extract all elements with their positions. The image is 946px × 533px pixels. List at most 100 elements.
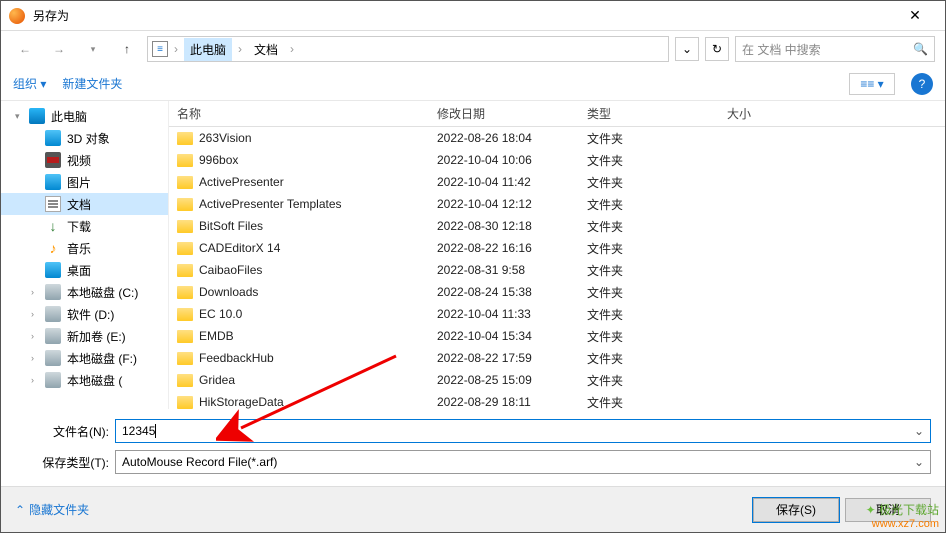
file-type: 文件夹 [579,152,719,169]
expand-icon[interactable]: › [31,375,34,385]
chevron-down-icon[interactable]: ⌄ [914,455,924,469]
help-button[interactable]: ? [911,73,933,95]
recent-dropdown[interactable]: ▾ [79,35,107,63]
expand-icon[interactable]: › [31,353,34,363]
sidebar-item-label: 本地磁盘 ( [67,372,122,389]
file-name: CADEditorX 14 [199,241,280,255]
file-date: 2022-10-04 15:34 [429,329,579,343]
ico-doc-icon [45,196,61,212]
file-row[interactable]: FeedbackHub2022-08-22 17:59文件夹 [169,347,945,369]
file-type: 文件夹 [579,240,719,257]
folder-icon [177,132,193,145]
savetype-label: 保存类型(T): [15,454,115,471]
cancel-button[interactable]: 取消 [845,498,931,522]
folder-icon [177,242,193,255]
sidebar-item[interactable]: ▾ 此电脑 [1,105,168,127]
sidebar-item[interactable]: 视频 [1,149,168,171]
separator-icon: › [286,42,298,56]
file-name: ActivePresenter [199,175,284,189]
file-date: 2022-08-24 15:38 [429,285,579,299]
ico-pc-icon [29,108,45,124]
file-date: 2022-10-04 11:42 [429,175,579,189]
file-row[interactable]: HikStorageData2022-08-29 18:11文件夹 [169,391,945,409]
breadcrumb[interactable]: › 此电脑 › 文档 › [147,36,669,62]
file-row[interactable]: CADEditorX 14 2022-08-22 16:16文件夹 [169,237,945,259]
sidebar-item[interactable]: › 本地磁盘 ( [1,369,168,391]
sidebar-item[interactable]: 桌面 [1,259,168,281]
sidebar-item-label: 图片 [67,174,91,191]
breadcrumb-dropdown[interactable]: ⌄ [675,37,699,61]
titlebar: 另存为 ✕ [1,1,945,31]
folder-icon [177,330,193,343]
crumb-documents[interactable]: 文档 [248,38,284,61]
filename-label: 文件名(N): [15,423,115,440]
sidebar-item-label: 音乐 [67,240,91,257]
expand-icon[interactable]: › [31,287,34,297]
file-row[interactable]: 996box2022-10-04 10:06文件夹 [169,149,945,171]
sidebar-item[interactable]: 图片 [1,171,168,193]
file-row[interactable]: CaibaoFiles2022-08-31 9:58文件夹 [169,259,945,281]
file-list[interactable]: 名称 修改日期 类型 大小 263Vision2022-08-26 18:04文… [169,101,945,409]
file-date: 2022-08-22 16:16 [429,241,579,255]
file-row[interactable]: BitSoft Files2022-08-30 12:18文件夹 [169,215,945,237]
search-icon: 🔍 [913,42,928,56]
sidebar-item[interactable]: ›新加卷 (E:) [1,325,168,347]
file-date: 2022-08-31 9:58 [429,263,579,277]
sidebar-item[interactable]: ↓下载 [1,215,168,237]
close-button[interactable]: ✕ [893,1,937,31]
file-row[interactable]: 263Vision2022-08-26 18:04文件夹 [169,127,945,149]
window-title: 另存为 [33,7,893,24]
file-row[interactable]: Downloads2022-08-24 15:38文件夹 [169,281,945,303]
file-name: EMDB [199,329,234,343]
separator-icon: › [234,42,246,56]
view-mode-button[interactable]: ≡≡ ▾ [849,73,895,95]
file-row[interactable]: EMDB2022-10-04 15:34文件夹 [169,325,945,347]
file-type: 文件夹 [579,174,719,191]
file-name: ActivePresenter Templates [199,197,342,211]
sidebar-item-label: 此电脑 [51,108,87,125]
expand-icon[interactable]: ▾ [15,111,20,122]
col-date[interactable]: 修改日期 [429,105,579,122]
file-row[interactable]: ActivePresenter Templates2022-10-04 12:1… [169,193,945,215]
forward-button[interactable]: → [45,35,73,63]
up-button[interactable]: ↑ [113,35,141,63]
file-row[interactable]: Gridea2022-08-25 15:09文件夹 [169,369,945,391]
file-row[interactable]: EC 10.02022-10-04 11:33文件夹 [169,303,945,325]
file-name: 263Vision [199,131,252,145]
ico-3d-icon [45,130,61,146]
folder-icon [177,308,193,321]
expand-icon[interactable]: › [31,331,34,341]
organize-menu[interactable]: 组织 ▾ [13,75,46,92]
sidebar-item-label: 下载 [67,218,91,235]
sidebar-item[interactable]: 3D 对象 [1,127,168,149]
search-input[interactable]: 在 文档 中搜索 🔍 [735,36,935,62]
filename-input[interactable]: 12345 ⌄ [115,419,931,443]
ico-disk-icon [45,372,61,388]
sidebar-item[interactable]: ›本地磁盘 (F:) [1,347,168,369]
col-name[interactable]: 名称 [169,105,429,122]
hide-folders-label[interactable]: 隐藏文件夹 [29,501,89,518]
crumb-thispc[interactable]: 此电脑 [184,38,232,61]
col-type[interactable]: 类型 [579,105,719,122]
back-button[interactable]: ← [11,35,39,63]
hide-folders-toggle[interactable]: ⌃ [15,503,25,517]
sidebar-item[interactable]: ♪音乐 [1,237,168,259]
file-type: 文件夹 [579,372,719,389]
file-row[interactable]: ActivePresenter 2022-10-04 11:42文件夹 [169,171,945,193]
refresh-button[interactable]: ↻ [705,37,729,61]
file-type: 文件夹 [579,306,719,323]
sidebar-item[interactable]: ›本地磁盘 (C:) [1,281,168,303]
file-date: 2022-08-25 15:09 [429,373,579,387]
new-folder-button[interactable]: 新建文件夹 [62,75,122,92]
sidebar-item[interactable]: 文档 [1,193,168,215]
savetype-select[interactable]: AutoMouse Record File(*.arf) ⌄ [115,450,931,474]
sidebar-item[interactable]: ›软件 (D:) [1,303,168,325]
chevron-down-icon[interactable]: ⌄ [914,424,924,438]
expand-icon[interactable]: › [31,309,34,319]
col-size[interactable]: 大小 [719,105,819,122]
footer: ⌃ 隐藏文件夹 保存(S) 取消 [1,486,945,532]
save-button[interactable]: 保存(S) [753,498,839,522]
ico-video-icon [45,152,61,168]
folder-icon [177,352,193,365]
file-name: CaibaoFiles [199,263,262,277]
